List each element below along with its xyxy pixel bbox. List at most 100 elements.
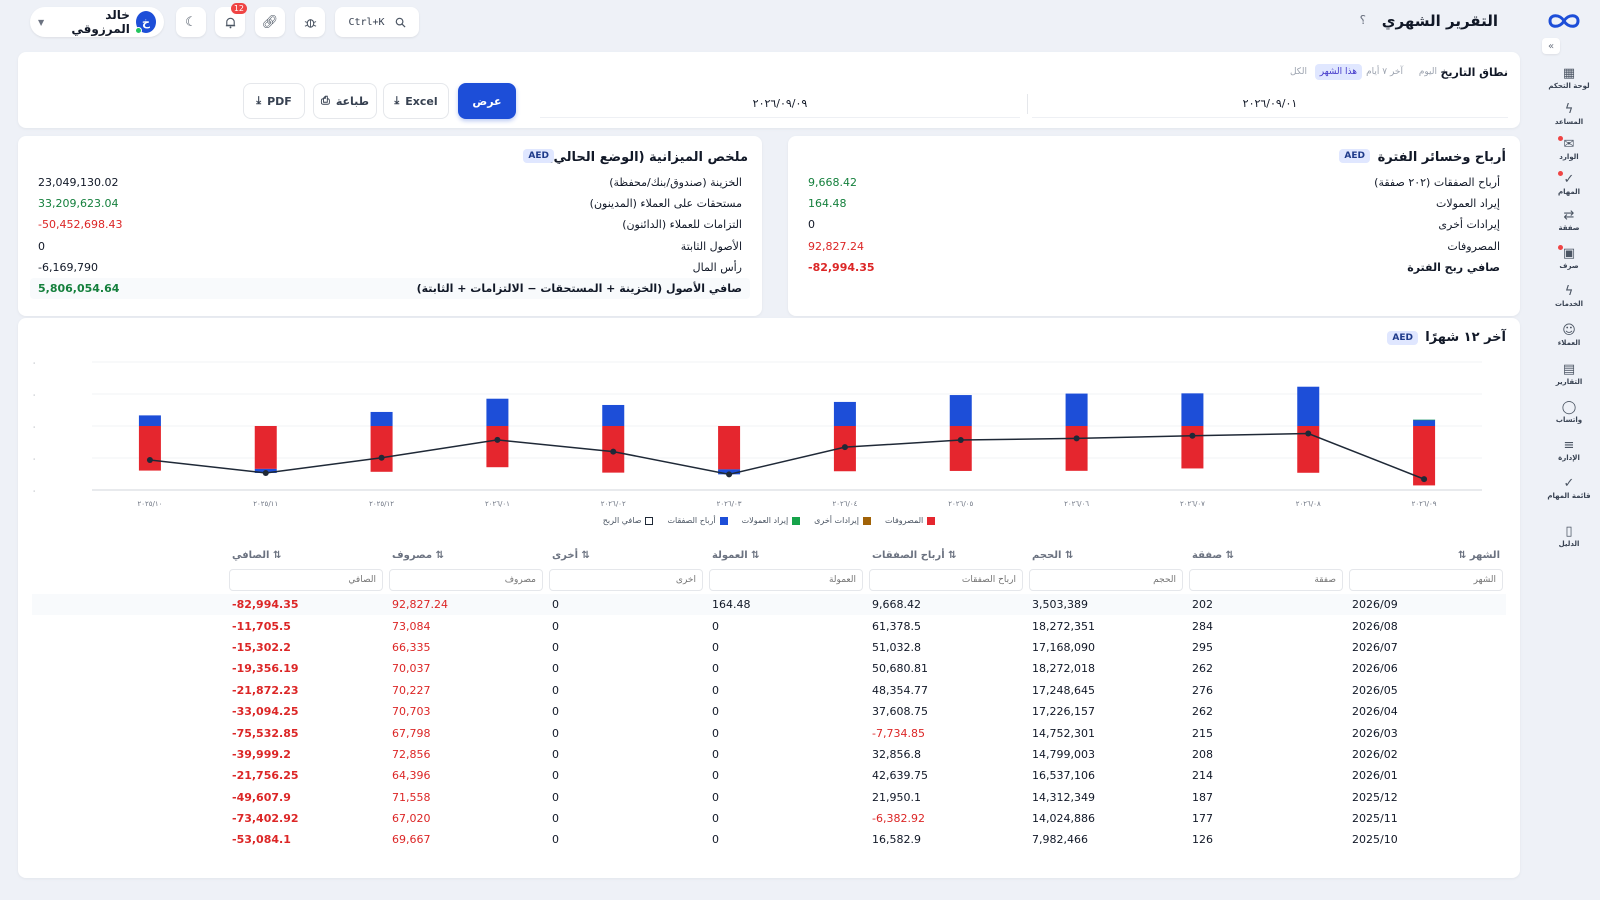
table-row[interactable]: 2026/07 295 17,168,090 51,032.8 0 0 66,335 -15,… [32,637,1506,658]
sidebar-item[interactable]: ▯ الدليل [1544,524,1594,548]
range-option-today[interactable]: اليوم [1414,64,1442,80]
trade-profit-bar [486,398,509,426]
column-header[interactable]: ⇅ الصافي [226,550,386,561]
sidebar-item[interactable]: ✓ قائمة المهام [1544,476,1594,500]
net-profit-line [149,432,1425,480]
net-profit-point [1189,432,1196,439]
table-row[interactable]: 2026/06 262 18,272,018 50,680.81 0 0 70,037 -19… [32,658,1506,679]
export-pdf-button[interactable]: PDF ⤓ [243,83,305,119]
table-row[interactable]: 2025/10 126 7,982,466 16,582.9 0 0 69,667 -53,0… [32,829,1506,850]
sidebar-item[interactable]: ▣ صرف [1544,245,1594,270]
table-row[interactable]: 2026/05 276 17,248,645 48,354.77 0 0 70,227 -21… [32,680,1506,701]
summary-value: 33,209,623.04 [38,197,119,211]
column-header-label: الصافي [232,549,270,561]
column-filter-input[interactable] [229,569,383,591]
sidebar-item[interactable]: ✉ الوارد [1544,136,1594,161]
top-bar: التقرير الشهري ؟ Ctrl+K 🔗︎ 12 ☾ خ خالد ا… [0,0,1600,44]
x-tick-label: ٢٠٢٥/١٠ [137,500,162,508]
sidebar-item[interactable]: ▤ التقارير [1544,362,1594,386]
dark-mode-toggle[interactable]: ☾ [176,7,206,37]
sidebar-item[interactable]: ϟ الخدمات [1544,284,1594,308]
table-cell: 70,227 [392,683,431,697]
export-excel-button[interactable]: Excel ⤓ [383,83,449,119]
sidebar-item[interactable]: ☺ العملاء [1544,323,1594,347]
column-header[interactable]: ⇅ أرباح الصفقات [866,550,1026,561]
table-row[interactable]: 2026/09 202 3,503,389 9,668.42 164.48 0 92,827… [32,594,1506,616]
sidebar-item[interactable]: ϟ المساعد [1544,102,1594,126]
table-row[interactable]: 2026/04 262 17,226,157 37,608.75 0 0 70,703 -33… [32,701,1506,722]
legend-item[interactable]: إيراد العمولات [742,516,801,525]
table-row[interactable]: 2026/01 214 16,537,106 42,639.75 0 0 64,396 -21… [32,765,1506,786]
bell-icon [225,17,235,28]
column-filter-input[interactable] [1189,569,1343,591]
table-cell: 21,950.1 [872,790,921,804]
collapse-sidebar-button[interactable]: » [1542,38,1560,54]
range-option-last-7-days[interactable]: آخر ٧ أيام [1361,64,1408,80]
column-header[interactable]: ⇅ مصروف [386,550,546,561]
column-header[interactable]: ⇅ صفقة [1186,550,1346,561]
legend-item[interactable]: المصروفات [885,516,936,525]
sidebar-item[interactable]: ✓ المهام [1544,171,1594,196]
legend-item[interactable]: أرباح الصفقات [667,516,728,525]
column-filter-input[interactable] [1029,569,1183,591]
link-button[interactable]: 🔗︎ [255,7,285,37]
column-header[interactable]: ⇅ الحجم [1026,550,1186,561]
column-header[interactable]: الشهر ⇅ [1346,550,1506,561]
table-row[interactable]: 2026/02 208 14,799,003 32,856.8 0 0 72,856 -39,… [32,744,1506,765]
table-body: 2026/09 202 3,503,389 9,668.42 164.48 0 92,827… [32,594,1506,851]
table-cell: 0 [552,683,559,697]
legend-swatch [645,516,654,525]
y-tick-label: ١٠٠,٠٠٠- [32,487,36,495]
table-row[interactable]: 2025/12 187 14,312,349 21,950.1 0 0 71,558 -49,… [32,787,1506,808]
table-row[interactable]: 2026/03 215 14,752,301 -7,734.85 0 0 67,798 -75… [32,722,1506,743]
sidebar-item[interactable]: ▦ لوحة التحكم [1544,66,1594,90]
date-to-field[interactable]: ٢٠٢٦/٠٩/٠٩ [540,90,1020,118]
column-filter-input[interactable] [869,569,1023,591]
bug-report-button[interactable] [295,7,325,37]
table-cell: 2025/11 [1352,812,1398,826]
net-profit-point [146,456,153,463]
balance-summary-panel: ملخص الميزانية (الوضع الحالي) AED الخزين… [18,136,762,316]
summary-value: 23,049,130.02 [38,176,119,189]
table-cell: 0 [552,705,559,719]
x-tick-label: ٢٠٢٥/١٢ [369,500,394,508]
sidebar-item[interactable]: ⇄ صفقة [1544,208,1594,232]
show-button[interactable]: عرض [458,83,516,119]
range-option-this-month[interactable]: هذا الشهر [1314,64,1362,80]
legend-label: إيراد العمولات [741,516,789,525]
print-button[interactable]: طباعة ⎙ [313,83,377,119]
table-row[interactable]: 2026/08 284 18,272,351 61,378.5 0 0 73,084 -11,… [32,615,1506,636]
help-icon[interactable]: ؟ [1360,13,1366,27]
link-icon: 🔗︎ [261,14,279,30]
column-header[interactable]: ⇅ أخرى [546,550,706,561]
column-filter-input[interactable] [709,569,863,591]
chart-legend: المصروفات إيرادات أخرى إيراد العمولات أرباح… [18,516,1520,525]
table-cell: 2026/08 [1352,619,1398,633]
range-option-all[interactable]: الكل [1285,64,1312,80]
book-icon: ▯ [1565,524,1573,539]
column-filter-cell [866,569,1026,591]
summary-value: -82,994.35 [808,260,875,274]
table-cell: 70,703 [392,705,431,719]
column-header-label: مصروف [392,549,433,561]
table-row[interactable]: 2025/11 177 14,024,886 -6,382.92 0 0 67,020 -73… [32,808,1506,829]
legend-item[interactable]: صافي الربح [603,516,654,525]
trade-profit-bar [138,415,161,426]
column-filter-input[interactable] [389,569,543,591]
notifications-button[interactable]: 12 [215,3,247,37]
table-cell: 177 [1192,812,1213,826]
column-filter-input[interactable] [1349,569,1503,591]
sidebar-item[interactable]: ◯ واتساب [1544,400,1594,424]
user-menu[interactable]: خ خالد المرزوقي ▼ [30,7,164,37]
column-filter-input[interactable] [549,569,703,591]
sidebar-item[interactable]: ≡ الإدارة [1544,438,1594,462]
search-button[interactable]: Ctrl+K [335,7,419,37]
legend-item[interactable]: إيرادات أخرى [814,516,871,525]
y-tick-label: ١٠٠,٠٠٠ [32,359,36,367]
column-header[interactable]: ⇅ العمولة [706,550,866,561]
date-from-field[interactable]: ٢٠٢٦/٠٩/٠١ [1032,90,1508,118]
summary-value: 164.48 [808,197,847,211]
table-cell: -21,756.25 [232,769,299,783]
logo-icon[interactable] [1546,10,1582,32]
table-cell: 164.48 [712,598,751,612]
